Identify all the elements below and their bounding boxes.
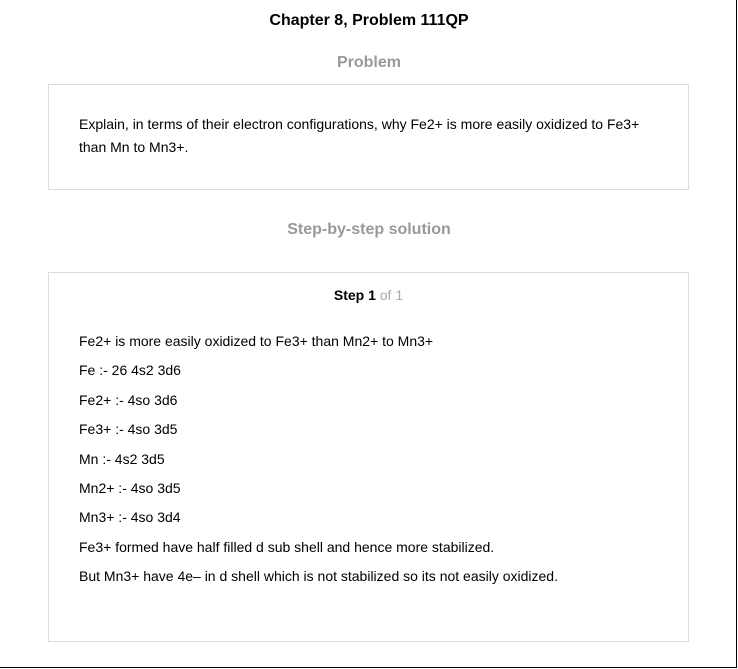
solution-line: Fe :- 26 4s2 3d6 xyxy=(79,362,181,379)
solution-lines: Fe2+ is more easily oxidized to Fe3+ tha… xyxy=(79,332,669,597)
solution-heading: Step-by-step solution xyxy=(287,221,451,238)
solution-line: But Mn3+ have 4e– in d shell which is no… xyxy=(79,568,558,585)
solution-line: Mn :- 4s2 3d5 xyxy=(79,450,165,467)
solution-line: Fe3+ :- 4so 3d5 xyxy=(79,421,178,438)
solution-panel: Step 1 of 1 Fe2+ is more easily oxidized… xyxy=(48,272,689,642)
solution-line: Fe2+ is more easily oxidized to Fe3+ tha… xyxy=(79,333,434,349)
solution-line: Mn3+ :- 4so 3d4 xyxy=(79,509,181,526)
chapter-title: Chapter 8, Problem 111QP xyxy=(269,12,469,29)
problem-heading: Problem xyxy=(336,54,401,71)
step-label: Step 1 xyxy=(333,287,376,303)
solution-line: Mn2+ :- 4so 3d5 xyxy=(79,479,181,496)
step-count: of 1 xyxy=(379,287,404,303)
problem-panel: Explain, in terms of their electron conf… xyxy=(48,84,689,190)
step-header: Step 1 of 1 xyxy=(49,286,688,304)
solution-line: Fe2+ :- 4so 3d6 xyxy=(79,391,178,408)
problem-text: Explain, in terms of their electron conf… xyxy=(79,116,640,155)
solution-line: Fe3+ formed have half filled d sub shell… xyxy=(79,538,495,555)
